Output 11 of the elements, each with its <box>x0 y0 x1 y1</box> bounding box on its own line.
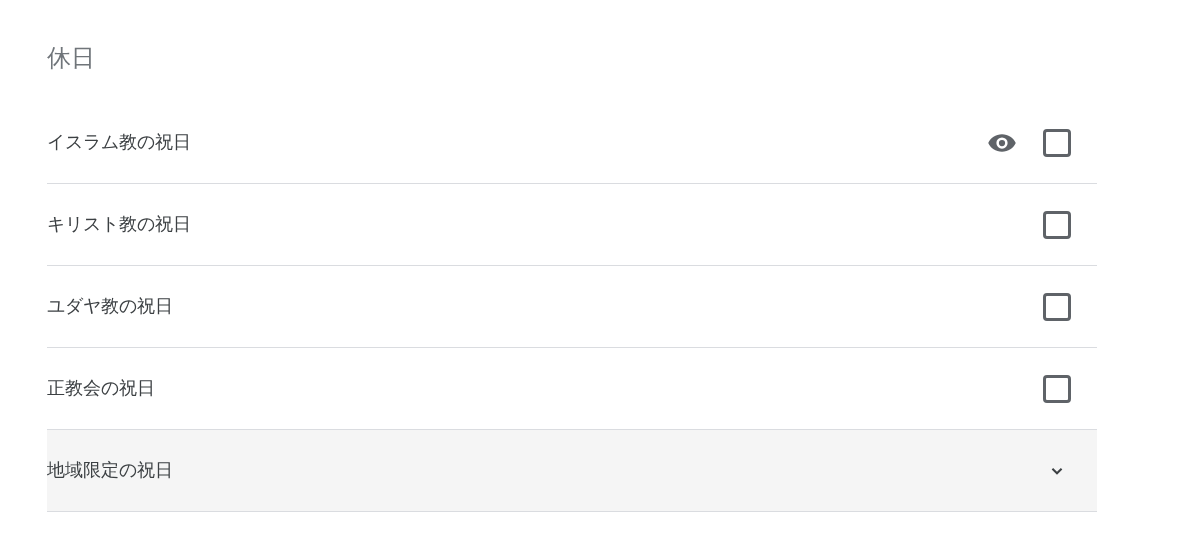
row-label: イスラム教の祝日 <box>47 131 191 154</box>
row-label: 正教会の祝日 <box>47 377 155 400</box>
checkbox[interactable] <box>1043 374 1071 403</box>
checkbox[interactable] <box>1043 210 1071 239</box>
row-label: 地域限定の祝日 <box>47 459 173 482</box>
section-title: 休日 <box>47 43 95 73</box>
checkbox[interactable] <box>1043 292 1071 321</box>
checkbox[interactable] <box>1043 128 1071 157</box>
expandable-row[interactable]: 地域限定の祝日 <box>47 430 1097 512</box>
row-label: ユダヤ教の祝日 <box>47 295 173 318</box>
row-label: キリスト教の祝日 <box>47 213 191 236</box>
